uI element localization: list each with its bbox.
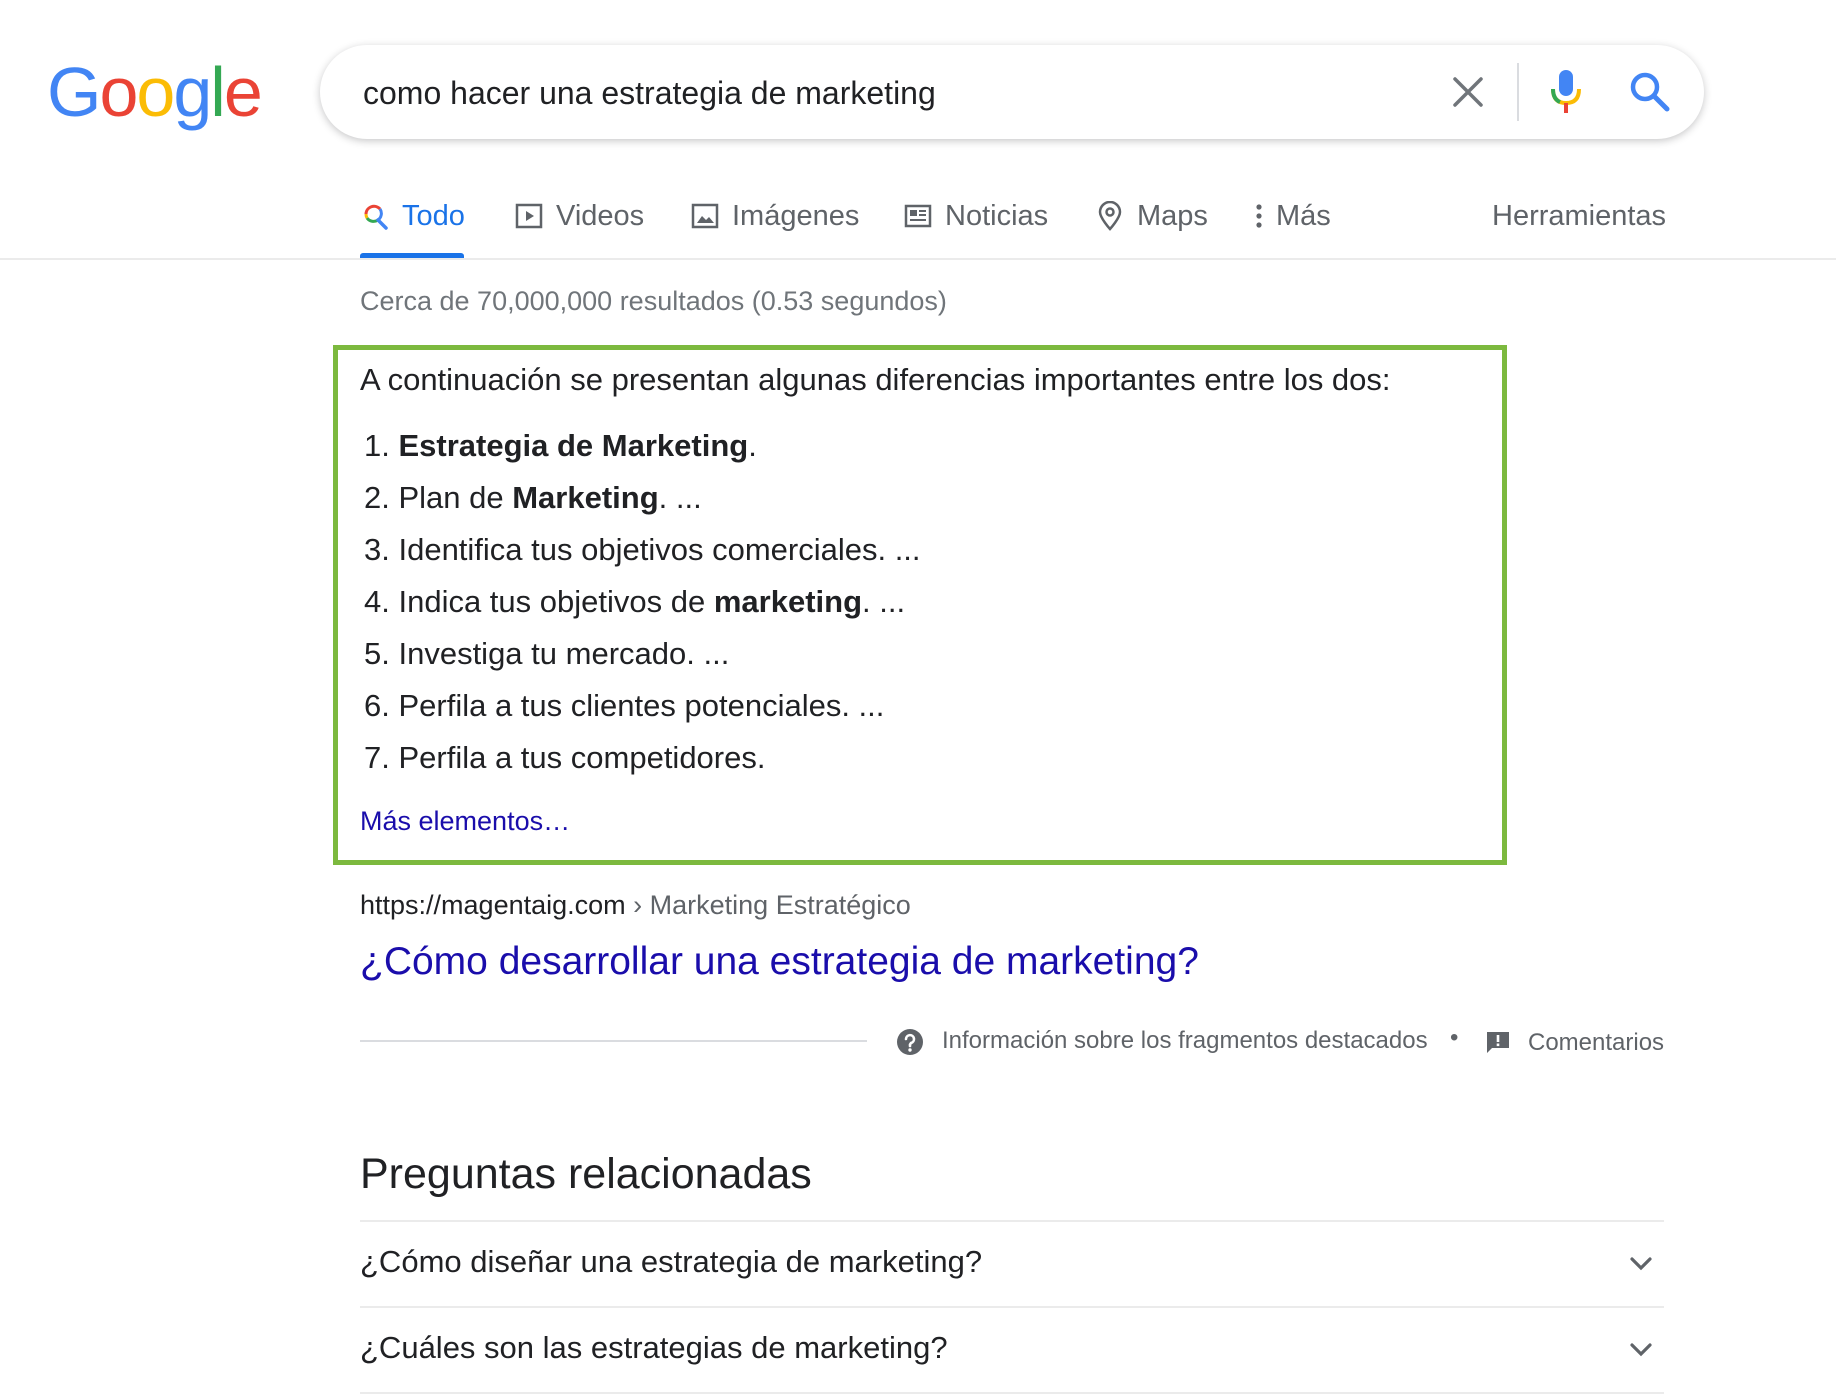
- logo-letter: l: [210, 53, 226, 131]
- tools-button[interactable]: Herramientas: [1492, 196, 1666, 236]
- item-number: 1.: [364, 428, 390, 463]
- item-text: Indica tus objetivos de: [389, 584, 714, 619]
- item-bold: Marketing: [512, 480, 659, 515]
- microphone-icon: [1551, 70, 1581, 113]
- tab-label: Noticias: [945, 199, 1049, 232]
- more-items-link[interactable]: Más elementos…: [360, 806, 570, 837]
- news-icon: [903, 201, 933, 231]
- chevron-down-icon[interactable]: [1626, 1335, 1656, 1365]
- tab-videos[interactable]: Videos: [514, 196, 644, 236]
- item-number: 6.: [364, 688, 390, 723]
- voice-search-button[interactable]: [1546, 67, 1586, 117]
- tab-maps[interactable]: Maps: [1095, 196, 1208, 236]
- related-questions-title: Preguntas relacionadas: [360, 1150, 812, 1198]
- result-title-link[interactable]: ¿Cómo desarrollar una estrategia de mark…: [360, 940, 1199, 984]
- tools-label: Herramientas: [1492, 199, 1667, 232]
- item-text: . ...: [658, 480, 702, 515]
- tab-label: Más: [1276, 199, 1331, 232]
- image-icon: [690, 201, 720, 231]
- related-question[interactable]: ¿Cómo diseñar una estrategia de marketin…: [360, 1244, 982, 1280]
- tab-label: Maps: [1137, 199, 1208, 232]
- google-logo[interactable]: Google: [47, 52, 263, 132]
- tab-imagenes[interactable]: Imágenes: [690, 196, 859, 236]
- logo-letter: o: [99, 53, 138, 131]
- item-text: Plan de: [389, 480, 513, 515]
- more-vert-icon: [1252, 201, 1266, 231]
- snippet-heading: A continuación se presentan algunas dife…: [360, 362, 1391, 397]
- search-box: [320, 45, 1704, 139]
- item-number: 4.: [364, 584, 390, 619]
- logo-letter: G: [47, 53, 101, 131]
- tab-label: Todo: [402, 199, 465, 232]
- item-bold: Estrategia de Marketing: [398, 428, 749, 463]
- clear-search-button[interactable]: [1448, 72, 1488, 112]
- list-item: 3. Identifica tus objetivos comerciales.…: [364, 532, 921, 568]
- question-divider: [360, 1306, 1664, 1308]
- logo-letter: e: [223, 53, 263, 131]
- close-icon: [1453, 77, 1483, 107]
- search-divider: [1517, 63, 1519, 121]
- map-pin-icon: [1095, 201, 1125, 231]
- search-icon: [360, 201, 390, 231]
- question-divider: [360, 1220, 1664, 1222]
- item-text: .: [748, 428, 757, 463]
- tab-label: Imágenes: [732, 199, 860, 232]
- list-item: 4. Indica tus objetivos de marketing. ..…: [364, 584, 905, 620]
- item-number: 3.: [364, 532, 390, 567]
- item-text: Perfila a tus competidores.: [389, 740, 766, 775]
- snippet-footer-divider: [360, 1040, 867, 1042]
- search-input[interactable]: [361, 65, 1365, 121]
- feedback-link[interactable]: Comentarios: [1528, 1029, 1664, 1057]
- search-button[interactable]: [1627, 69, 1673, 115]
- tab-mas[interactable]: Más: [1252, 196, 1331, 236]
- item-number: 7.: [364, 740, 390, 775]
- breadcrumb-separator: ›: [625, 890, 650, 920]
- result-domain: https://magentaig.com: [360, 890, 626, 920]
- item-text: Investiga tu mercado. ...: [389, 636, 730, 671]
- tab-label: Videos: [556, 199, 645, 232]
- list-item: 2. Plan de Marketing. ...: [364, 480, 702, 516]
- item-number: 5.: [364, 636, 390, 671]
- tab-noticias[interactable]: Noticias: [903, 196, 1048, 236]
- result-stats: Cerca de 70,000,000 resultados (0.53 seg…: [360, 286, 947, 316]
- help-icon[interactable]: [896, 1028, 924, 1056]
- list-item: 5. Investiga tu mercado. ...: [364, 636, 729, 672]
- list-item: 7. Perfila a tus competidores.: [364, 740, 765, 776]
- item-text: . ...: [862, 584, 906, 619]
- related-question[interactable]: ¿Cuáles son las estrategias de marketing…: [360, 1330, 948, 1366]
- list-item: 1. Estrategia de Marketing.: [364, 428, 757, 464]
- question-divider: [360, 1392, 1664, 1394]
- play-icon: [514, 201, 544, 231]
- result-breadcrumb[interactable]: https://magentaig.com › Marketing Estrat…: [360, 890, 911, 921]
- result-crumb: Marketing Estratégico: [649, 890, 911, 920]
- list-item: 6. Perfila a tus clientes potenciales. .…: [364, 688, 884, 724]
- logo-letter: g: [173, 53, 212, 131]
- chevron-down-icon[interactable]: [1626, 1249, 1656, 1279]
- separator-dot: •: [1450, 1024, 1459, 1051]
- tab-todo[interactable]: Todo: [360, 196, 465, 236]
- logo-letter: o: [136, 53, 175, 131]
- item-text: Identifica tus objetivos comerciales. ..…: [389, 532, 921, 567]
- item-number: 2.: [364, 480, 390, 515]
- search-icon: [1630, 72, 1670, 112]
- about-featured-snippets-link[interactable]: Información sobre los fragmentos destaca…: [942, 1027, 1428, 1055]
- header-divider: [0, 258, 1836, 260]
- item-text: Perfila a tus clientes potenciales. ...: [389, 688, 885, 723]
- item-bold: marketing: [713, 584, 863, 619]
- feedback-icon[interactable]: [1485, 1030, 1511, 1056]
